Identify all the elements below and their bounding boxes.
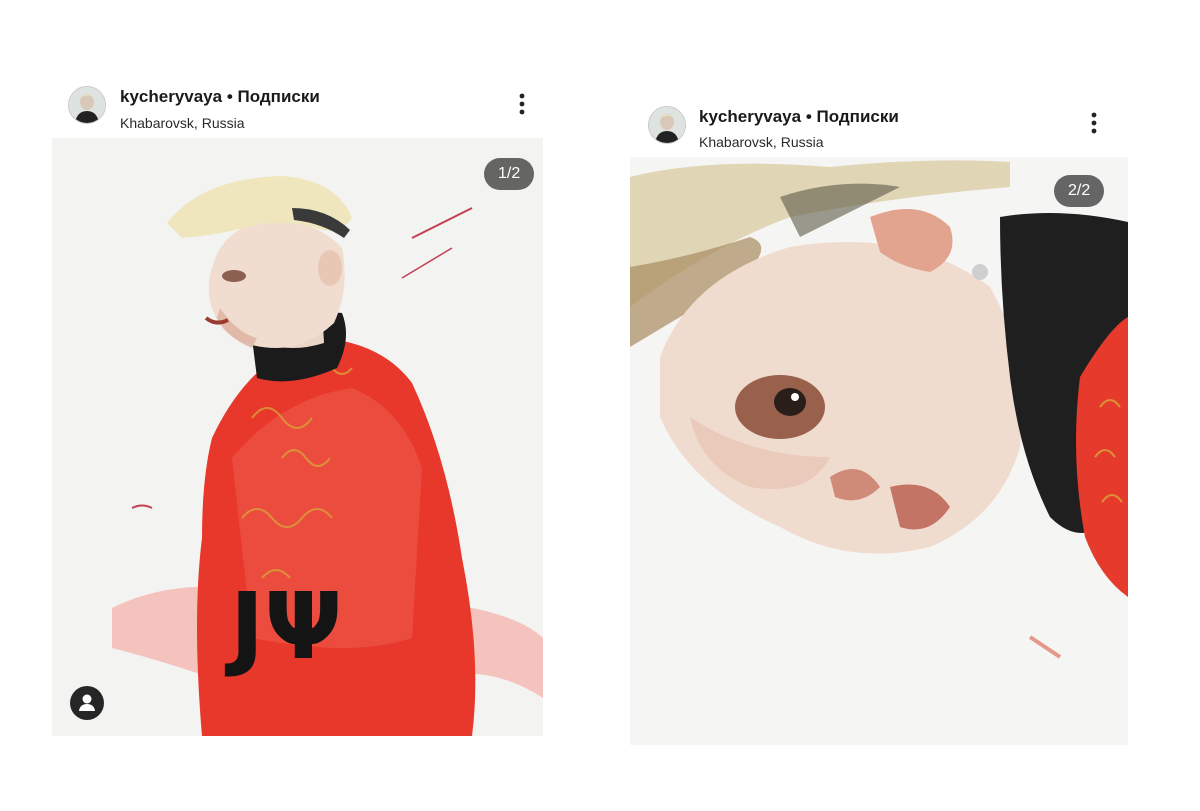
post-card-1: kycheryvaya • Подписки Khabarovsk, Russi… [50, 80, 545, 740]
post-header: kycheryvaya • Подписки Khabarovsk, Russi… [50, 80, 545, 131]
follow-link[interactable]: Подписки [817, 107, 899, 126]
post-card-2: kycheryvaya • Подписки Khabarovsk, Russi… [630, 100, 1130, 750]
artwork-lettering: JΨ [224, 573, 342, 680]
more-options-button[interactable] [1084, 109, 1104, 137]
separator: • [226, 87, 233, 106]
username[interactable]: kycheryvaya [120, 87, 222, 106]
separator: • [805, 107, 812, 126]
post-image[interactable]: JΨ 1/2 [52, 138, 543, 736]
username-line: kycheryvaya • Подписки [120, 87, 320, 107]
post-header: kycheryvaya • Подписки Khabarovsk, Russi… [630, 100, 1130, 150]
avatar[interactable] [68, 86, 106, 124]
tagged-users-button[interactable] [70, 686, 104, 720]
image-counter: 1/2 [484, 158, 535, 190]
location-link[interactable]: Khabarovsk, Russia [699, 134, 824, 150]
avatar-portrait-icon [69, 87, 105, 123]
more-vert-icon [1091, 112, 1097, 134]
watercolor-closeup-artwork [630, 157, 1128, 745]
username[interactable]: kycheryvaya [699, 107, 801, 126]
location-link[interactable]: Khabarovsk, Russia [120, 115, 245, 131]
avatar[interactable] [648, 106, 686, 144]
user-tag-icon [79, 694, 95, 711]
more-options-button[interactable] [512, 90, 532, 118]
more-vert-icon [519, 93, 525, 115]
follow-link[interactable]: Подписки [238, 87, 320, 106]
watercolor-portrait-artwork: JΨ [52, 138, 543, 736]
post-image[interactable]: 2/2 [630, 157, 1128, 745]
avatar-portrait-icon [649, 107, 685, 143]
image-counter: 2/2 [1054, 175, 1105, 207]
username-line: kycheryvaya • Подписки [699, 107, 899, 127]
